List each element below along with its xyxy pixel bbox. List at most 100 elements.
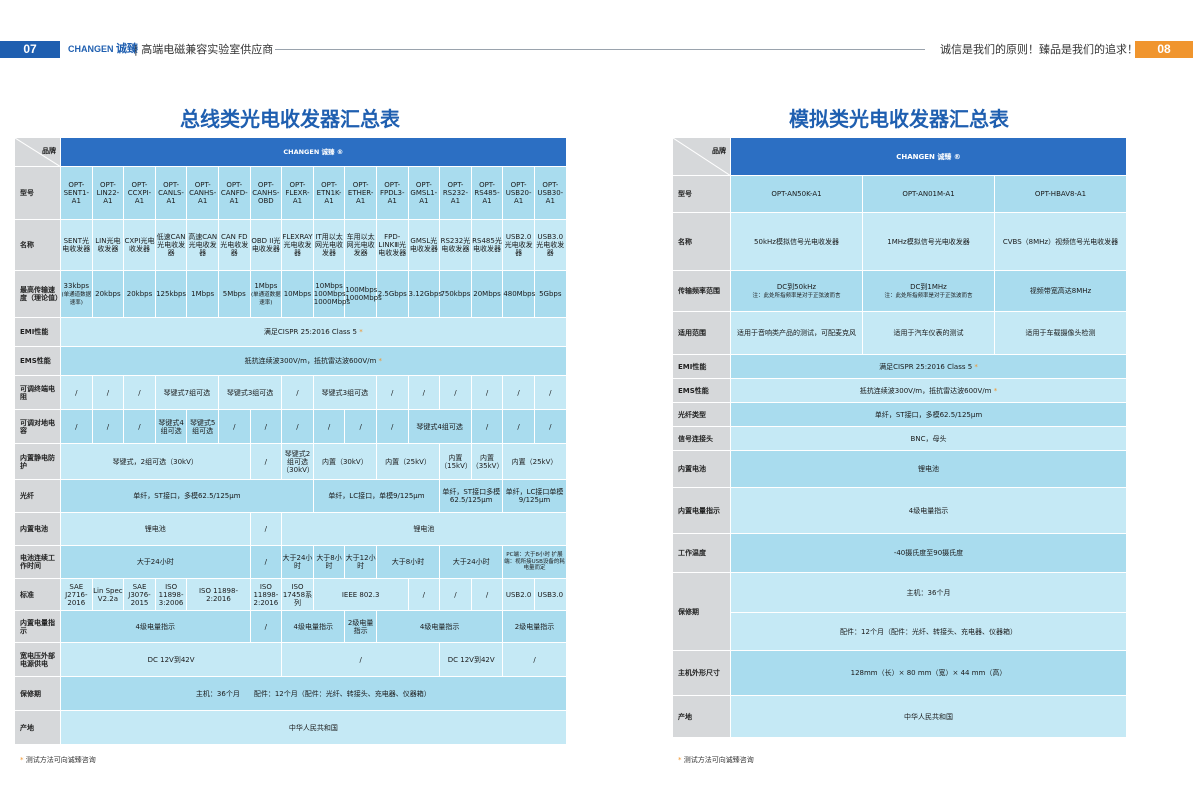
brand-header: CHANGEN 诚臻 ®	[60, 137, 567, 167]
standard-cell: /	[470, 578, 504, 611]
cap-cell: /	[249, 409, 283, 444]
fiber-cell: 单纤，ST接口，多模62.5/125μm	[60, 479, 314, 513]
model-cell: OPT-USB30-A1	[533, 166, 567, 220]
corner-diagonal	[673, 138, 731, 176]
origin-cell: 中华人民共和国	[60, 710, 567, 745]
model-cell: OPT-LIN22-A1	[91, 166, 125, 220]
speed-cell: 1Mbps (单通道数据速率)	[249, 270, 283, 318]
row-label-warranty: 保修期	[14, 676, 61, 711]
row-label-level: 内置电量指示	[672, 487, 731, 534]
esd-cell: /	[249, 443, 283, 480]
brand-row-label: 品牌	[712, 147, 726, 155]
esd-cell: 内置（25kV）	[375, 443, 441, 480]
model-cell: OPT-HBAV8-A1	[994, 175, 1127, 213]
row-label-ext-power: 宽电压外部电源供电	[14, 642, 61, 677]
model-cell: OPT-ETHER-A1	[344, 166, 377, 220]
model-cell: OPT-RS485-A1	[470, 166, 504, 220]
bus-table-title: 总线类光电收发器汇总表	[180, 107, 400, 131]
warranty-cell: 主机：36个月 配件：12个月（配件：光纤、转接头、充电器、仪器箱）	[60, 676, 567, 711]
name-cell: FLEXRAY光电收发器	[281, 219, 314, 271]
model-cell: OPT-CCXPI-A1	[123, 166, 156, 220]
row-label-speed: 最高传输速度（理论值）	[14, 270, 62, 318]
band-cell: DC到1MHz 注：此处所指频率是对于正弦波而言	[862, 270, 995, 312]
row-label-standard: 标准	[14, 578, 61, 611]
standard-cell: SAE J3076-2015	[123, 578, 156, 611]
model-cell: OPT-CANHS-OBD	[249, 166, 283, 220]
row-label-emi: EMI性能	[672, 354, 731, 379]
usage-cell: 适用于车载摄像头检测	[994, 311, 1127, 355]
name-cell: CAN FD光电收发器	[217, 219, 251, 271]
term-cell: /	[91, 375, 125, 410]
runtime-cell: 大于24小时	[60, 545, 251, 579]
row-label-term-res: 可调终端电阻	[14, 375, 61, 410]
cap-cell: 琴键式4组可选	[154, 409, 188, 444]
name-cell: 低速CAN光电收发器	[154, 219, 188, 271]
warranty-host-cell: 主机：36个月	[730, 572, 1127, 613]
standard-cell: /	[407, 578, 441, 611]
fiber-cell: 单纤，LC接口，单模9/125μm	[312, 479, 441, 513]
speed-cell: 20kbps	[91, 270, 125, 318]
cap-cell: /	[470, 409, 504, 444]
row-label-model: 型号	[672, 175, 731, 213]
speed-cell: 10Mbps 100Mbps 1000Mbps	[312, 270, 350, 318]
level-cell: 4级电量指示	[375, 610, 504, 643]
model-cell: OPT-FLEXR-A1	[281, 166, 314, 220]
model-cell: OPT-AN50K-A1	[730, 175, 863, 213]
brand-header: CHANGEN 诚臻 ®	[730, 137, 1127, 176]
row-label-connector: 信号连接头	[672, 426, 731, 451]
row-label-origin: 产地	[672, 695, 731, 738]
name-cell: RS232光电收发器	[439, 219, 472, 271]
row-label-usage: 适用范围	[672, 311, 731, 355]
speed-cell: 20kbps	[123, 270, 156, 318]
speed-cell: 5Gbps	[533, 270, 567, 318]
speed-cell: 100Mbps 1000Mbps	[344, 270, 382, 318]
cap-cell: /	[312, 409, 346, 444]
tagline: | 高端电磁兼容实验室供应商	[134, 43, 274, 56]
cap-cell: /	[375, 409, 409, 444]
name-cell: CVBS（8MHz）视频信号光电收发器	[994, 212, 1127, 271]
fiber-cell: 单纤，ST接口多模62.5/125μm	[439, 479, 504, 513]
cap-cell: /	[344, 409, 377, 444]
power-cell: DC 12V到42V	[59, 642, 283, 677]
runtime-cell: 大于12小时	[344, 545, 377, 579]
temp-cell: -40摄氏度至90摄氏度	[730, 533, 1127, 573]
name-cell: 高速CAN光电收发器	[186, 219, 219, 271]
slogan: 诚信是我们的原则！臻品是我们的追求！	[940, 43, 1138, 56]
footnote-left: * 测试方法可向诚臻咨询	[20, 756, 96, 764]
speed-cell: 3.12Gbps	[407, 270, 442, 318]
power-cell: DC 12V到42V	[439, 642, 504, 677]
name-cell: LIN光电收发器	[91, 219, 125, 271]
row-label-battery: 内置电池	[14, 512, 61, 546]
row-label-model: 型号	[14, 166, 61, 220]
fiber-cell: 单纤，ST接口，多模62.5/125μm	[730, 402, 1127, 427]
ems-cell: 抵抗连续波300V/m，抵抗雷达波600V/m *	[60, 346, 567, 376]
term-cell: /	[60, 375, 93, 410]
runtime-cell: 大于8小时	[375, 545, 441, 579]
cap-cell: /	[91, 409, 125, 444]
esd-cell: 内置（15kV）	[439, 443, 472, 480]
analog-table-title: 模拟类光电收发器汇总表	[789, 107, 1009, 131]
term-cell: 琴键式3组可选	[312, 375, 377, 410]
power-cell: /	[502, 642, 567, 677]
name-cell: 1MHz模拟信号光电收发器	[862, 212, 995, 271]
term-cell: /	[439, 375, 472, 410]
cap-cell: /	[217, 409, 251, 444]
model-cell: OPT-AN01M-A1	[862, 175, 995, 213]
model-cell: OPT-SENT1-A1	[60, 166, 93, 220]
name-cell: IT用以太网光电收发器	[312, 219, 346, 271]
model-cell: OPT-ETN1K-A1	[312, 166, 346, 220]
emi-cell: 满足CISPR 25:2016 Class 5 *	[60, 317, 567, 347]
battery-cell: /	[249, 512, 283, 546]
term-cell: /	[407, 375, 441, 410]
standard-cell: SAE J2716-2016	[60, 578, 93, 611]
row-label-ems: EMS性能	[14, 346, 61, 376]
level-cell: /	[249, 610, 283, 643]
table-corner: 品牌	[672, 137, 731, 176]
level-cell: 2级电量指示	[502, 610, 567, 643]
standard-cell: USB2.0	[502, 578, 535, 611]
model-cell: OPT-GMSL1-A1	[407, 166, 441, 220]
name-cell: CXPI光电收发器	[123, 219, 156, 271]
usage-cell: 适用于音响类产品的测试，可配麦克风	[730, 311, 863, 355]
warranty-accessory-cell: 配件：12个月（配件：光纤、转接头、充电器、仪器箱）	[730, 612, 1127, 651]
cap-cell: /	[533, 409, 567, 444]
